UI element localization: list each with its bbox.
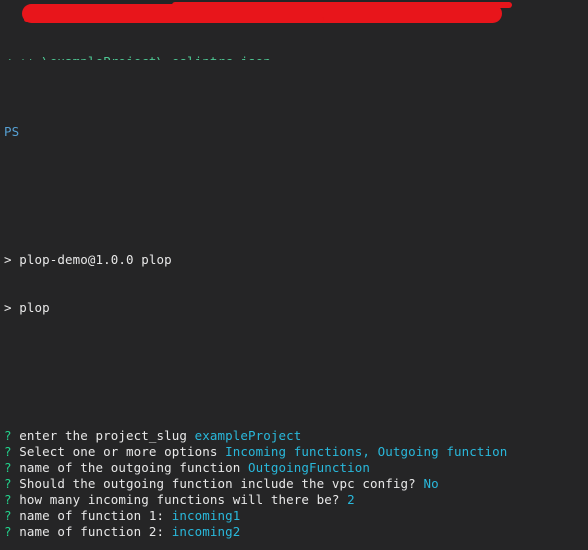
prompt-marker-icon: ? — [4, 444, 20, 459]
prompt-answer: exampleProject — [194, 428, 302, 443]
clipped-line-text: ✓ ++ \exampleProject\.eslintrc.json — [4, 54, 271, 60]
prompt-marker-icon: ? — [4, 524, 20, 539]
prompt-line: ? name of the outgoing function Outgoing… — [0, 460, 588, 476]
clipped-scrollback-line: ✓ ++ \exampleProject\.eslintrc.json — [0, 54, 588, 60]
prompt-line: ? name of function 1: incoming1 — [0, 508, 588, 524]
prompt-answer: incoming2 — [171, 524, 241, 539]
prompt-question: name of function 1: — [19, 508, 172, 523]
prompt-question: name of the outgoing function — [19, 460, 249, 475]
prompt-answer: 2 — [347, 492, 355, 507]
prompt-marker-icon: ? — [4, 476, 20, 491]
terminal-window[interactable]: ✓ ++ \exampleProject\.eslintrc.json PS n… — [0, 0, 588, 550]
prompt-answer: OutgoingFunction — [248, 460, 371, 475]
prompt-line: ? enter the project_slug exampleProject — [0, 428, 588, 444]
prompt-marker-icon: ? — [4, 492, 20, 507]
shell-prompt-line: PS npm run plop — [0, 124, 588, 140]
prompt-answer: No — [423, 476, 439, 491]
prompt-line: ? name of function 2: incoming2 — [0, 524, 588, 540]
prompt-question: enter the project_slug — [19, 428, 195, 443]
inquirer-prompt-list: ? enter the project_slug exampleProject?… — [0, 428, 588, 540]
prompt-line: ? how many incoming functions will there… — [0, 492, 588, 508]
prompt-question: how many incoming functions will there b… — [19, 492, 348, 507]
prompt-answer: incoming1 — [171, 508, 241, 523]
prompt-marker-icon: ? — [4, 508, 20, 523]
prompt-question: name of function 2: — [19, 524, 172, 539]
npm-script-command: > plop — [4, 300, 50, 315]
prompt-answer: Incoming functions, Outgoing function — [225, 444, 508, 459]
prompt-marker-icon: ? — [4, 460, 20, 475]
npm-script-header: > plop-demo@1.0.0 plop — [4, 252, 172, 267]
prompt-line: ? Select one or more options Incoming fu… — [0, 444, 588, 460]
ps-label: PS — [4, 124, 20, 139]
prompt-line: ? Should the outgoing function include t… — [0, 476, 588, 492]
redaction-scribble — [22, 2, 512, 23]
npm-output-line-2: > plop — [0, 300, 588, 316]
prompt-question: Should the outgoing function include the… — [19, 476, 424, 491]
prompt-question: Select one or more options — [19, 444, 226, 459]
npm-output-line-1: > plop-demo@1.0.0 plop — [0, 252, 588, 268]
prompt-marker-icon: ? — [4, 428, 20, 443]
prompt-spacer — [19, 124, 588, 139]
